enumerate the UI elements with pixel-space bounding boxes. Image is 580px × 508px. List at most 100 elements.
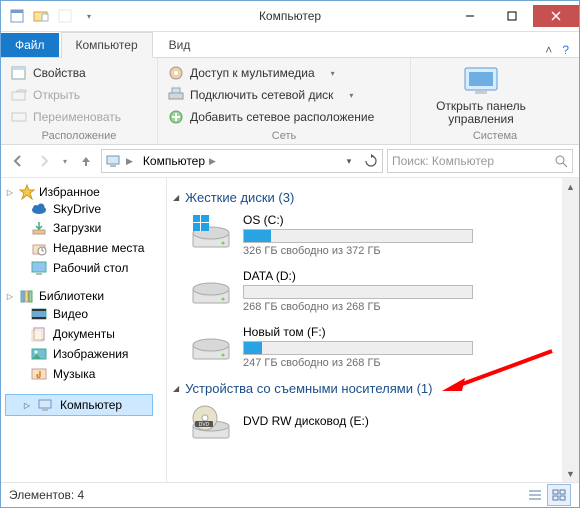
sidebar-libraries-header[interactable]: ▷ Библиотеки — [5, 288, 162, 304]
collapse-icon[interactable]: ◢ — [173, 384, 179, 393]
hdd-icon — [191, 213, 233, 253]
section-removable-label: Устройства со съемными носителями (1) — [185, 381, 432, 396]
status-items: Элементов: 4 — [9, 488, 84, 502]
libraries-icon — [19, 288, 35, 304]
refresh-icon[interactable] — [360, 150, 382, 172]
address-bar[interactable]: ▶ Компьютер ▶ ▾ — [101, 149, 383, 173]
forward-button — [33, 150, 55, 172]
add-network-icon — [168, 109, 184, 125]
media-label: Доступ к мультимедиа — [190, 66, 315, 80]
expand-icon[interactable]: ▷ — [5, 292, 15, 301]
music-icon — [31, 366, 47, 382]
qat-expand-icon[interactable]: ▾ — [79, 6, 99, 26]
hdd-icon — [191, 269, 233, 309]
history-icon[interactable]: ▾ — [59, 150, 71, 172]
quick-access-toolbar: ▾ — [1, 6, 99, 26]
sidebar-item-computer[interactable]: ▷ Компьютер — [5, 394, 153, 416]
sidebar-item-documents[interactable]: Документы — [5, 324, 162, 344]
status-bar: Элементов: 4 — [1, 482, 579, 507]
libraries-label: Библиотеки — [39, 289, 104, 303]
open-icon — [11, 87, 27, 103]
drive-sub: 268 ГБ свободно из 268 ГБ — [243, 301, 571, 313]
expand-icon[interactable]: ▷ — [5, 188, 15, 197]
sidebar-item-recent[interactable]: Недавние места — [5, 238, 162, 258]
sidebar-item-music[interactable]: Музыка — [5, 364, 162, 384]
usage-bar — [243, 229, 473, 243]
up-button[interactable] — [75, 150, 97, 172]
qat-undo-icon — [55, 6, 75, 26]
tab-computer[interactable]: Компьютер — [61, 32, 153, 58]
sidebar-item-desktop[interactable]: Рабочий стол — [5, 258, 162, 278]
sidebar: ▷ Избранное SkyDrive Загрузки Недавние м… — [1, 178, 167, 482]
video-icon — [31, 306, 47, 322]
back-button[interactable] — [7, 150, 29, 172]
sidebar-item-skydrive[interactable]: SkyDrive — [5, 200, 162, 218]
sidebar-item-video[interactable]: Видео — [5, 304, 162, 324]
section-hdd[interactable]: ◢ Жесткие диски (3) — [173, 190, 571, 205]
documents-icon — [31, 326, 47, 342]
map-drive-button[interactable]: Подключить сетевой диск ▾ — [168, 84, 400, 106]
section-removable[interactable]: ◢ Устройства со съемными носителями (1) — [173, 381, 571, 396]
map-drive-icon — [168, 87, 184, 103]
download-icon — [31, 220, 47, 236]
properties-button[interactable]: Свойства — [11, 62, 147, 84]
group-system-label: Система — [411, 130, 579, 142]
help-icon[interactable]: ? — [562, 43, 569, 57]
ribbon-group-location: Свойства Открыть Переименовать Расположе… — [1, 58, 158, 144]
sidebar-item-downloads[interactable]: Загрузки — [5, 218, 162, 238]
drive-c[interactable]: OS (C:) 326 ГБ свободно из 372 ГБ — [191, 213, 571, 257]
collapse-icon[interactable]: ◢ — [173, 193, 179, 202]
control-panel-button[interactable]: Открыть панельуправления — [421, 62, 541, 126]
search-icon[interactable] — [554, 154, 568, 168]
chevron-right-icon[interactable]: ▶ — [126, 156, 133, 167]
sidebar-favorites-header[interactable]: ▷ Избранное — [5, 184, 162, 200]
expand-icon[interactable]: ▷ — [22, 401, 32, 410]
ribbon-group-network: Доступ к мультимедиа ▾ Подключить сетево… — [158, 58, 411, 144]
drive-f[interactable]: Новый том (F:) 247 ГБ свободно из 268 ГБ — [191, 325, 571, 369]
search-input[interactable]: Поиск: Компьютер — [387, 149, 573, 173]
drive-name: DATA (D:) — [243, 269, 571, 283]
drive-name: Новый том (F:) — [243, 325, 571, 339]
breadcrumb-computer[interactable]: Компьютер — [143, 154, 205, 168]
window-buttons — [449, 5, 579, 27]
close-button[interactable] — [533, 5, 579, 27]
tab-file[interactable]: Файл — [1, 33, 59, 57]
chevron-down-icon: ▾ — [343, 87, 359, 103]
chevron-down-icon: ▾ — [325, 65, 341, 81]
computer-icon — [38, 397, 54, 413]
view-tiles-button[interactable] — [547, 484, 571, 506]
explorer-window: ▾ Компьютер Файл Компьютер Вид ˄ ? Свойс… — [0, 0, 580, 508]
drive-d[interactable]: DATA (D:) 268 ГБ свободно из 268 ГБ — [191, 269, 571, 313]
add-network-button[interactable]: Добавить сетевое расположение — [168, 106, 400, 128]
rename-label: Переименовать — [33, 110, 121, 124]
map-drive-label: Подключить сетевой диск — [190, 88, 333, 102]
dvd-name: DVD RW дисковод (E:) — [243, 414, 571, 428]
desktop-icon — [31, 260, 47, 276]
sidebar-group-favorites: ▷ Избранное SkyDrive Загрузки Недавние м… — [5, 184, 162, 278]
chevron-right-icon[interactable]: ▶ — [209, 156, 216, 167]
drive-sub: 247 ГБ свободно из 268 ГБ — [243, 357, 571, 369]
ribbon-tabs: Файл Компьютер Вид ˄ ? — [1, 32, 579, 58]
recent-icon — [31, 240, 47, 256]
minimize-button[interactable] — [449, 5, 491, 27]
content-pane: ▲ ▼ ◢ Жесткие диски (3) OS (C:) — [167, 178, 579, 482]
usage-bar — [243, 285, 473, 299]
sidebar-item-pictures[interactable]: Изображения — [5, 344, 162, 364]
usage-bar — [243, 341, 473, 355]
qat-new-folder-icon[interactable] — [31, 6, 51, 26]
ribbon-group-system: Открыть панельуправления Система — [411, 58, 579, 144]
tab-view[interactable]: Вид — [155, 33, 205, 57]
qat-properties-icon[interactable] — [7, 6, 27, 26]
dvd-icon: DVD — [191, 404, 233, 444]
title-bar: ▾ Компьютер — [1, 1, 579, 32]
ribbon-collapse-icon[interactable]: ˄ — [545, 43, 552, 57]
hdd-icon — [191, 325, 233, 365]
maximize-button[interactable] — [491, 5, 533, 27]
group-location-label: Расположение — [1, 130, 157, 142]
media-button[interactable]: Доступ к мультимедиа ▾ — [168, 62, 400, 84]
drive-sub: 326 ГБ свободно из 372 ГБ — [243, 245, 571, 257]
drive-dvd[interactable]: DVD DVD RW дисковод (E:) — [191, 404, 571, 444]
view-details-button[interactable] — [523, 484, 547, 506]
address-dropdown-icon[interactable]: ▾ — [338, 150, 360, 172]
group-network-label: Сеть — [158, 130, 410, 142]
